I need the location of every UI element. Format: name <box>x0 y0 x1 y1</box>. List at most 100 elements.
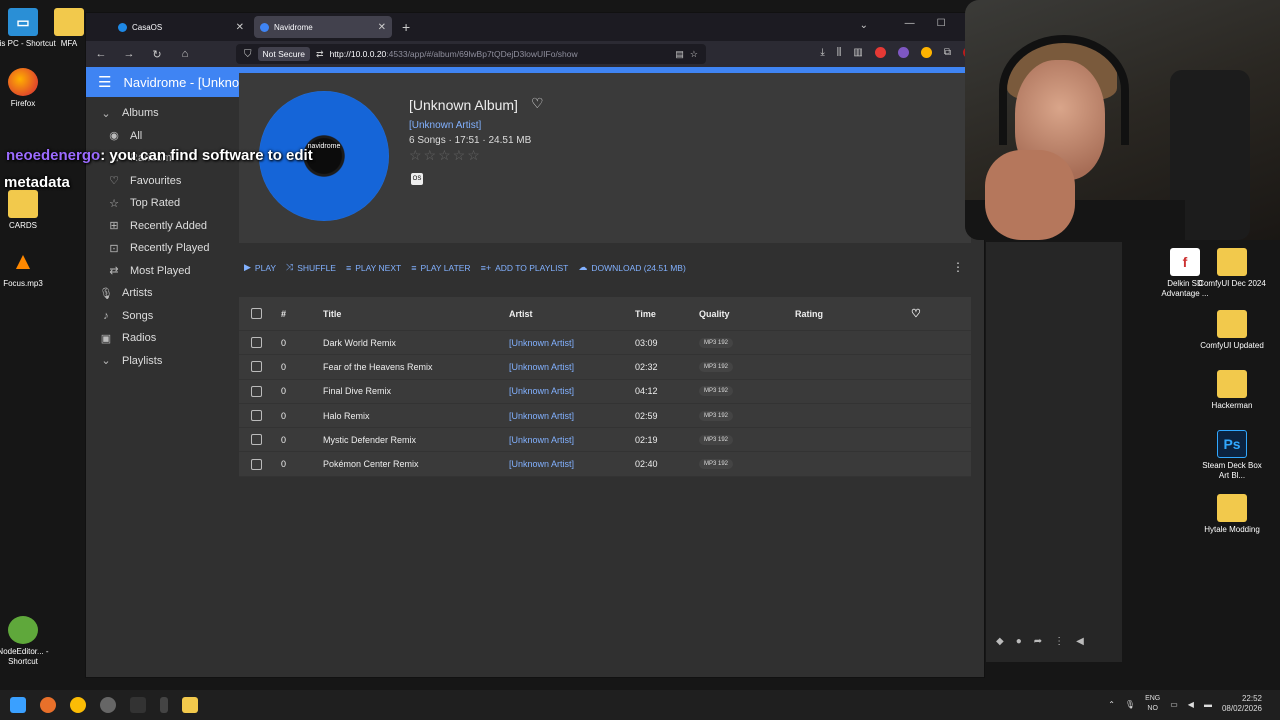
thumb-icon[interactable]: ◆ <box>996 636 1004 647</box>
bookmark-star-icon[interactable]: ☆ <box>690 49 698 60</box>
row-checkbox[interactable] <box>251 410 262 422</box>
os-badge[interactable]: OS <box>411 173 423 185</box>
artist-link[interactable]: [Unknown Artist] <box>509 362 574 372</box>
desktop-icon-hackerman[interactable]: Hackerman <box>1197 370 1267 411</box>
sidebar-item-recently-played[interactable]: ⊡ Recently Played <box>86 237 236 260</box>
menu-icon[interactable]: ☰ <box>98 73 111 91</box>
sidebar-item-playlists[interactable]: ⌄ Playlists <box>86 350 236 373</box>
download-icon[interactable]: ⤓ <box>820 47 824 58</box>
permissions-icon[interactable]: ⇄ <box>316 49 324 60</box>
minimize-icon[interactable]: — <box>905 18 915 29</box>
artist-link[interactable]: [Unknown Artist] <box>509 411 574 421</box>
header-quality[interactable]: Quality <box>699 309 730 319</box>
row-checkbox[interactable] <box>251 434 262 446</box>
comment-icon[interactable]: ● <box>1016 636 1022 647</box>
download-button[interactable]: ☁ DOWNLOAD (24.51 MB) <box>578 262 685 273</box>
desktop-icon-hytale-modding[interactable]: Hytale Modding <box>1197 494 1267 535</box>
header-title[interactable]: Title <box>323 309 341 319</box>
close-tab-icon[interactable]: ✕ <box>236 22 244 33</box>
more-vert-icon[interactable]: ⋮ <box>1054 636 1064 647</box>
reload-icon[interactable]: ↻ <box>150 48 164 61</box>
audio-taskbar-icon[interactable] <box>160 697 168 713</box>
play-button[interactable]: ▶ PLAY <box>244 262 276 273</box>
play-later-button[interactable]: ≡ PLAY LATER <box>411 263 470 273</box>
close-tab-icon[interactable]: ✕ <box>378 22 386 33</box>
microphone-icon[interactable]: 🎙 <box>1125 700 1135 709</box>
sidebar-item-favourites[interactable]: ♡ Favourites <box>86 170 236 193</box>
desktop-icon-firefox[interactable]: Firefox <box>0 68 58 109</box>
table-row[interactable]: 0 Fear of the Heavens Remix [Unknown Art… <box>239 355 971 380</box>
terminal-taskbar-icon[interactable] <box>130 697 146 713</box>
table-row[interactable]: 0 Halo Remix [Unknown Artist] 02:59 MP3 … <box>239 404 971 429</box>
sidebar-item-radios[interactable]: ▣ Radios <box>86 327 236 350</box>
row-checkbox[interactable] <box>251 337 262 349</box>
extensions-icon[interactable]: ⧉ <box>944 47 951 58</box>
desktop-icon-comfyui-updated[interactable]: ComfyUI Updated <box>1197 310 1267 351</box>
table-row[interactable]: 0 Mystic Defender Remix [Unknown Artist]… <box>239 428 971 453</box>
artist-link[interactable]: [Unknown Artist] <box>509 459 574 469</box>
add-to-playlist-button[interactable]: ≡+ ADD TO PLAYLIST <box>481 263 569 273</box>
table-row[interactable]: 0 Final Dive Remix [Unknown Artist] 04:1… <box>239 380 971 404</box>
sidebar-icon[interactable]: ▥ <box>853 47 862 58</box>
url-bar[interactable]: ⛉ Not Secure ⇄ http://10.0.0.20:4533/app… <box>236 44 706 64</box>
battery-icon[interactable]: ▬ <box>1204 700 1212 709</box>
table-row[interactable]: 0 Dark World Remix [Unknown Artist] 03:0… <box>239 331 971 356</box>
extension-icon[interactable] <box>897 47 909 58</box>
file-explorer-taskbar-icon[interactable] <box>182 697 198 713</box>
windows-start-icon[interactable] <box>10 697 26 713</box>
network-icon[interactable]: ▭ <box>1170 700 1178 709</box>
table-row[interactable]: 0 Pokémon Center Remix [Unknown Artist] … <box>239 452 971 477</box>
row-checkbox[interactable] <box>251 458 262 470</box>
extension-icon[interactable] <box>920 47 932 58</box>
share-icon[interactable]: ➦ <box>1034 636 1042 647</box>
library-icon[interactable]: ⫼ <box>837 47 842 58</box>
sidebar-item-all[interactable]: ◉ All <box>86 125 236 148</box>
header-rating[interactable]: Rating <box>795 309 823 319</box>
tab-navidrome[interactable]: Navidrome ✕ <box>254 16 392 38</box>
artist-link[interactable]: [Unknown Artist] <box>509 386 574 396</box>
sidebar-item-recently-added[interactable]: ⊞ Recently Added <box>86 215 236 238</box>
back-icon[interactable]: ← <box>94 48 108 60</box>
header-time[interactable]: Time <box>635 309 656 319</box>
clock[interactable]: 22:52 08/02/2026 <box>1222 694 1262 714</box>
forward-icon[interactable]: → <box>122 48 136 60</box>
row-checkbox[interactable] <box>251 385 262 397</box>
shield-icon[interactable]: ⛉ <box>244 49 252 60</box>
volume-icon[interactable]: ◀ <box>1188 700 1194 709</box>
row-checkbox[interactable] <box>251 361 262 373</box>
new-tab-icon[interactable]: + <box>402 19 410 35</box>
play-next-button[interactable]: ≡ PLAY NEXT <box>346 263 401 273</box>
sidebar-item-top-rated[interactable]: ☆ Top Rated <box>86 192 236 215</box>
maximize-icon[interactable]: ☐ <box>937 18 946 29</box>
adblock-extension-icon[interactable] <box>874 47 886 58</box>
desktop-icon-steam-deck-art[interactable]: Ps Steam Deck Box Art Bl... <box>1197 430 1267 481</box>
favourite-heart-icon[interactable]: ♡ <box>531 95 544 112</box>
rating-stars[interactable]: ☆☆☆☆☆ <box>409 147 482 164</box>
chevron-down-icon[interactable]: ⌄ <box>860 20 868 31</box>
sidebar-item-most-played[interactable]: ⇄ Most Played <box>86 260 236 283</box>
artist-link[interactable]: [Unknown Artist] <box>509 435 574 445</box>
desktop-icon-nodeeditor[interactable]: NodeEditor... - Shortcut <box>0 616 58 667</box>
header-number[interactable]: # <box>281 309 286 319</box>
desktop-icon-comfyui-dec[interactable]: ComfyUI Dec 2024 <box>1197 248 1267 289</box>
chevron-up-icon[interactable]: ⌃ <box>1108 700 1115 709</box>
desktop-icon-focus-mp3[interactable]: ▲ Focus.mp3 <box>0 248 58 289</box>
sidebar-item-albums[interactable]: ⌄ Albums <box>86 102 236 125</box>
not-secure-badge[interactable]: Not Secure <box>257 47 311 61</box>
volume-icon[interactable]: ◀ <box>1076 636 1084 647</box>
artist-link[interactable]: [Unknown Artist] <box>509 338 574 348</box>
more-vert-icon[interactable]: ⋮ <box>952 260 964 274</box>
home-icon[interactable]: ⌂ <box>178 48 192 60</box>
desktop-icon-cards[interactable]: CARDS <box>0 190 58 231</box>
chrome-taskbar-icon[interactable] <box>70 697 86 713</box>
firefox-taskbar-icon[interactable] <box>40 697 56 713</box>
header-heart-icon[interactable]: ♡ <box>911 307 921 320</box>
sidebar-item-artists[interactable]: 🎙 Artists <box>86 282 236 305</box>
url-text[interactable]: http://10.0.0.20:4533/app/#/album/69lwBp… <box>330 49 670 59</box>
shuffle-button[interactable]: ⤨ SHUFFLE <box>286 262 336 273</box>
album-artist-link[interactable]: [Unknown Artist] <box>409 120 481 131</box>
sidebar-item-songs[interactable]: ♪ Songs <box>86 305 236 328</box>
select-all-checkbox[interactable] <box>251 308 262 319</box>
language-indicator[interactable]: ENG NO <box>1145 694 1160 714</box>
tab-casaos[interactable]: CasaOS ✕ <box>112 16 250 38</box>
